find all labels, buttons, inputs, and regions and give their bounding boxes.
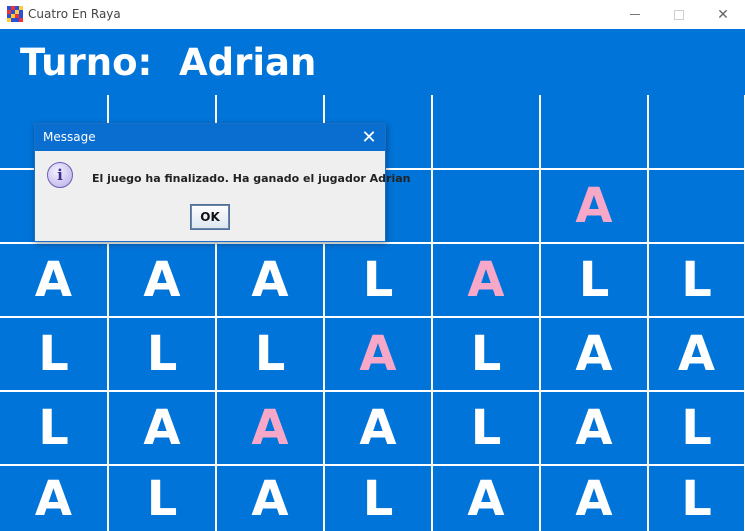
close-icon: ✕ [717, 6, 729, 23]
board-cell-r2-c2[interactable]: A [217, 244, 323, 316]
app-icon [7, 6, 23, 22]
board-cell-r2-c5[interactable]: L [541, 244, 647, 316]
board-cell-r3-c5[interactable]: A [541, 318, 647, 390]
board-cell-r0-c5[interactable] [541, 95, 647, 168]
board-cell-r3-c4[interactable]: L [433, 318, 539, 390]
board-cell-r3-c3[interactable]: A [325, 318, 431, 390]
board-cell-r3-c6[interactable]: A [649, 318, 744, 390]
ok-button[interactable]: OK [190, 204, 230, 230]
dialog-message: El juego ha finalizado. Ha ganado el jug… [92, 172, 411, 185]
minimize-icon [630, 14, 640, 15]
board-cell-r1-c6[interactable] [649, 170, 744, 242]
board-cell-r4-c2[interactable]: A [217, 392, 323, 464]
board-cell-r3-c0[interactable]: L [0, 318, 107, 390]
board-cell-r4-c6[interactable]: L [649, 392, 744, 464]
dialog-title: Message [43, 130, 96, 144]
board-cell-r2-c1[interactable]: A [109, 244, 215, 316]
board-cell-r2-c6[interactable]: L [649, 244, 744, 316]
message-dialog: Message ✕ i El juego ha finalizado. Ha g… [34, 123, 410, 242]
window-title: Cuatro En Raya [28, 7, 121, 21]
board-cell-r5-c0[interactable]: A [0, 466, 107, 531]
board-cell-r0-c4[interactable] [433, 95, 539, 168]
turn-header: Turno: Adrian [0, 29, 745, 95]
board-cell-r2-c3[interactable]: L [325, 244, 431, 316]
window-titlebar: Cuatro En Raya ✕ [0, 0, 745, 29]
turn-label: Turno: [20, 41, 153, 84]
board-cell-r4-c5[interactable]: A [541, 392, 647, 464]
board-cell-r4-c3[interactable]: A [325, 392, 431, 464]
board-cell-r4-c1[interactable]: A [109, 392, 215, 464]
minimize-button[interactable] [612, 0, 658, 29]
board-cell-r3-c2[interactable]: L [217, 318, 323, 390]
dialog-close-button[interactable]: ✕ [355, 125, 383, 150]
board-cell-r2-c0[interactable]: A [0, 244, 107, 316]
board-cell-r1-c5[interactable]: A [541, 170, 647, 242]
board-cell-r0-c6[interactable] [649, 95, 744, 168]
board-cell-r5-c2[interactable]: A [217, 466, 323, 531]
current-player-name: Adrian [179, 41, 317, 84]
board-cell-r5-c4[interactable]: A [433, 466, 539, 531]
maximize-icon [674, 9, 684, 20]
board-cell-r5-c3[interactable]: L [325, 466, 431, 531]
board-cell-r1-c4[interactable] [433, 170, 539, 242]
board-cell-r2-c4[interactable]: A [433, 244, 539, 316]
maximize-button[interactable] [656, 0, 702, 29]
close-icon: ✕ [361, 127, 377, 148]
board-cell-r5-c1[interactable]: L [109, 466, 215, 531]
board-cell-r4-c0[interactable]: L [0, 392, 107, 464]
dialog-titlebar: Message ✕ [35, 124, 385, 151]
board-cell-r5-c6[interactable]: L [649, 466, 744, 531]
board-cell-r5-c5[interactable]: A [541, 466, 647, 531]
board-cell-r3-c1[interactable]: L [109, 318, 215, 390]
close-button[interactable]: ✕ [700, 0, 745, 29]
board-cell-r4-c4[interactable]: L [433, 392, 539, 464]
info-icon: i [47, 162, 73, 188]
